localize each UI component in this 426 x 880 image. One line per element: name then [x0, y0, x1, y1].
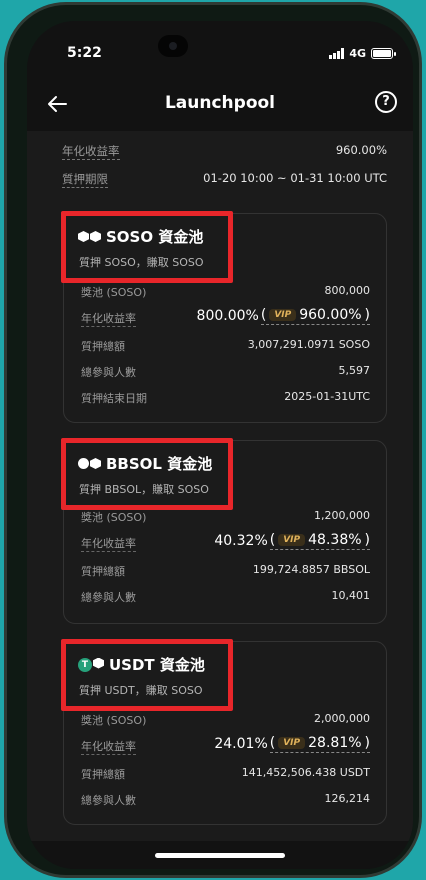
vip-badge: VIP: [269, 309, 297, 321]
info-value: 960.00%: [335, 143, 387, 157]
pool-subtitle: 質押 BBSOL，賺取 SOSO: [79, 483, 209, 496]
pool-card-soso[interactable]: SOSO 資金池 質押 SOSO，賺取 SOSO 獎池 (SOSO) 800,0…: [61, 211, 387, 423]
row-label: 獎池 (SOSO): [81, 286, 147, 299]
apr-display[interactable]: 800.00% ( VIP 960.00% ): [197, 307, 370, 325]
apr-value: 24.01%: [214, 736, 268, 752]
vip-apr-value: 960.00%: [299, 307, 362, 323]
pool-title-text: SOSO 資金池: [106, 228, 204, 246]
row-label[interactable]: 年化收益率: [81, 738, 136, 755]
row-value: 3,007,291.0971 SOSO: [247, 338, 370, 351]
status-bar: 5:22 4G: [27, 21, 413, 83]
row-label: 質押結束日期: [81, 392, 147, 405]
row-label: 獎池 (SOSO): [81, 511, 147, 524]
row-label: 質押總額: [81, 340, 125, 353]
camera-lens: [169, 42, 177, 50]
pool-row-staked: 質押總額 199,724.8857 BBSOL: [81, 563, 370, 583]
row-label: 總參與人數: [81, 794, 136, 807]
row-value: 126,214: [324, 792, 371, 805]
row-label: 質押總額: [81, 768, 125, 781]
pool-row-reward: 獎池 (SOSO) 2,000,000: [81, 712, 370, 732]
row-label: 總參與人數: [81, 366, 136, 379]
pool-row-participants: 總參與人數 5,597: [81, 364, 370, 384]
vip-apr: ( VIP 960.00% ): [260, 307, 370, 325]
pool-row-reward: 獎池 (SOSO) 800,000: [81, 284, 370, 304]
pool-row-apr: 年化收益率 40.32% ( VIP 48.38% ): [81, 532, 370, 555]
pool-row-reward: 獎池 (SOSO) 1,200,000: [81, 509, 370, 529]
pool-row-participants: 總參與人數 126,214: [81, 792, 370, 812]
pool-row-staked: 質押總額 3,007,291.0971 SOSO: [81, 338, 370, 358]
page-title: Launchpool: [164, 93, 276, 113]
vip-badge: VIP: [278, 534, 306, 546]
info-row-apr: 年化收益率 960.00%: [62, 143, 387, 163]
status-indicators: 4G: [329, 47, 396, 60]
pool-title-text: BBSOL 資金池: [106, 455, 213, 473]
row-value: 199,724.8857 BBSOL: [252, 563, 370, 576]
row-value: 800,000: [324, 284, 371, 297]
apr-value: 40.32%: [214, 533, 268, 549]
pool-subtitle: 質押 USDT，賺取 SOSO: [79, 684, 203, 697]
pool-row-end-date: 質押結束日期 2025-01-31UTC: [81, 390, 370, 410]
pool-row-apr: 年化收益率 24.01% ( VIP 28.81% ): [81, 735, 370, 758]
pool-row-apr: 年化收益率 800.00% ( VIP 960.00% ): [81, 307, 370, 330]
bbsol-token-icon: [78, 458, 101, 469]
vip-badge: VIP: [278, 737, 306, 749]
pool-card-bbsol[interactable]: BBSOL 資金池 質押 BBSOL，賺取 SOSO 獎池 (SOSO) 1,2…: [61, 438, 387, 624]
scroll-content[interactable]: 年化收益率 960.00% 質押期限 01-20 10:00 ~ 01-31 1…: [27, 131, 413, 841]
pool-card-usdt[interactable]: T USDT 資金池 質押 USDT，賺取 SOSO 獎池 (SOSO) 2,0…: [61, 639, 387, 825]
pool-title: SOSO 資金池: [78, 226, 203, 247]
row-value: 5,597: [338, 364, 371, 377]
pool-header-highlight: T USDT 資金池 質押 USDT，賺取 SOSO: [61, 639, 233, 711]
row-value: 141,452,506.438 USDT: [241, 766, 370, 779]
info-row-period: 質押期限 01-20 10:00 ~ 01-31 10:00 UTC: [62, 171, 387, 191]
pool-title: T USDT 資金池: [78, 654, 205, 675]
battery-icon: [371, 48, 396, 59]
signal-icon: [329, 48, 345, 59]
row-value: 1,200,000: [314, 509, 370, 522]
vip-apr-value: 28.81%: [308, 735, 362, 751]
pool-subtitle: 質押 SOSO，賺取 SOSO: [79, 256, 204, 269]
apr-value: 800.00%: [196, 308, 259, 324]
info-label[interactable]: 質押期限: [62, 171, 108, 188]
nav-bar: Launchpool ?: [27, 83, 413, 125]
row-value: 2,000,000: [314, 712, 370, 725]
soso-token-icon: [78, 231, 101, 242]
phone-frame: 5:22 4G Launchpool ? 年化收益率 960.00% 質押期限 …: [4, 2, 422, 878]
row-label[interactable]: 年化收益率: [81, 535, 136, 552]
row-label: 總參與人數: [81, 591, 136, 604]
help-icon[interactable]: ?: [375, 91, 397, 113]
info-value: 01-20 10:00 ~ 01-31 10:00 UTC: [203, 171, 387, 185]
home-indicator[interactable]: [155, 853, 285, 858]
pool-title-text: USDT 資金池: [109, 656, 205, 674]
pool-header-highlight: BBSOL 資金池 質押 BBSOL，賺取 SOSO: [61, 438, 233, 510]
apr-display[interactable]: 40.32% ( VIP 48.38% ): [214, 532, 370, 550]
pool-row-participants: 總參與人數 10,401: [81, 589, 370, 609]
pool-header-highlight: SOSO 資金池 質押 SOSO，賺取 SOSO: [61, 211, 233, 283]
vip-apr: ( VIP 48.38% ): [269, 532, 370, 550]
row-value: 10,401: [331, 589, 371, 602]
row-label[interactable]: 年化收益率: [81, 310, 136, 327]
network-type: 4G: [349, 47, 366, 60]
screen: 5:22 4G Launchpool ? 年化收益率 960.00% 質押期限 …: [27, 21, 413, 869]
row-label: 質押總額: [81, 565, 125, 578]
info-label[interactable]: 年化收益率: [62, 143, 120, 160]
front-camera: [158, 35, 188, 57]
vip-apr: ( VIP 28.81% ): [269, 735, 370, 753]
pool-row-staked: 質押總額 141,452,506.438 USDT: [81, 766, 370, 786]
status-time: 5:22: [67, 45, 102, 61]
apr-display[interactable]: 24.01% ( VIP 28.81% ): [214, 735, 370, 753]
vip-apr-value: 48.38%: [308, 532, 362, 548]
row-value: 2025-01-31UTC: [284, 390, 370, 403]
pool-title: BBSOL 資金池: [78, 453, 212, 474]
row-label: 獎池 (SOSO): [81, 714, 147, 727]
usdt-token-icon: T: [78, 657, 104, 672]
